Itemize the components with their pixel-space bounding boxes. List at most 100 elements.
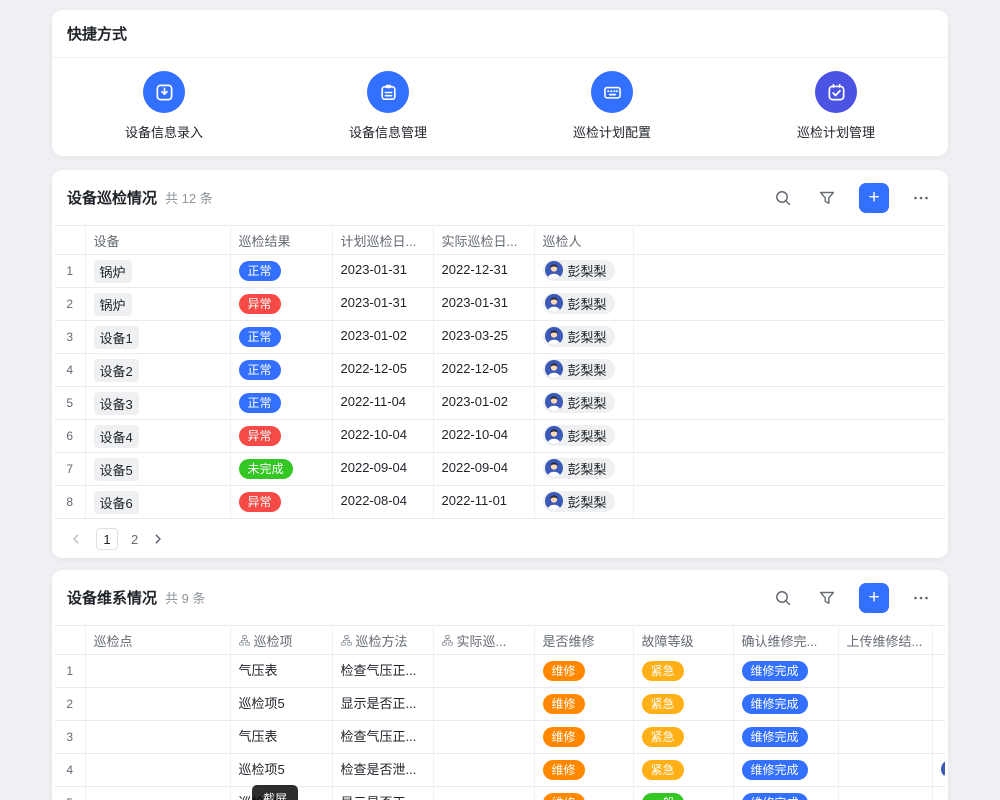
table-row: 3设备1正常2023-01-022023-03-25彭梨梨 <box>55 321 945 354</box>
cell-repair: 维修 <box>534 721 633 754</box>
cell-text: 2023-03-25 <box>442 328 509 343</box>
table-row: 3气压表检查气压正...维修紧急维修完成 <box>55 721 945 754</box>
cell-point <box>85 721 230 754</box>
cell-actual <box>433 787 534 800</box>
table-row: 5设备3正常2022-11-042023-01-02彭梨梨 <box>55 387 945 420</box>
person-chip: 彭梨梨 <box>543 293 615 314</box>
avatar <box>545 327 563 345</box>
shortcuts-row: 设备信息录入设备信息管理 巡检计划配置巡检计划管理 <box>52 58 948 141</box>
column-header-actual: 实际巡... <box>433 626 534 655</box>
record-count: 共 12 条 <box>165 188 213 207</box>
filter-icon[interactable] <box>815 186 839 210</box>
add-record-button[interactable]: + <box>859 183 889 213</box>
cell-actual: 2022-12-31 <box>433 255 534 288</box>
cell-planned: 2022-08-04 <box>332 486 433 519</box>
cell-item: 气压表 <box>230 655 332 688</box>
cell-confirm: 维修完成 <box>733 655 838 688</box>
prev-page-icon[interactable] <box>69 532 83 546</box>
row-number: 4 <box>55 354 85 387</box>
lookup-icon <box>341 635 352 646</box>
plan-config-icon <box>591 71 633 113</box>
filter-icon[interactable] <box>815 586 839 610</box>
table-row: 1锅炉正常2023-01-312022-12-31彭梨梨 <box>55 255 945 288</box>
cell-upload <box>838 721 932 754</box>
text-chip: 设备3 <box>94 392 139 415</box>
status-badge: 维修完成 <box>742 661 808 681</box>
row-number: 7 <box>55 453 85 486</box>
cell-text: 2022-08-04 <box>341 493 408 508</box>
cell-point <box>85 787 230 800</box>
page-button-1[interactable]: 1 <box>96 528 118 550</box>
table-row: 5巡检项5显示是否正...维修一般维修完成 <box>55 787 945 800</box>
cell-extra <box>633 255 945 288</box>
next-page-icon[interactable] <box>151 532 165 546</box>
table-row: 4巡检项5检查是否泄...维修紧急维修完成 <box>55 754 945 787</box>
shortcut-label: 设备信息管理 <box>349 122 427 141</box>
cell-planned: 2023-01-31 <box>332 255 433 288</box>
avatar <box>545 294 563 312</box>
inspection-header: 设备巡检情况 共 12 条 + <box>52 170 948 225</box>
cell-fault: 一般 <box>633 787 733 800</box>
cell-fault: 紧急 <box>633 688 733 721</box>
cell-confirm: 维修完成 <box>733 721 838 754</box>
search-icon[interactable] <box>771 586 795 610</box>
section-title: 设备巡检情况 <box>67 187 157 208</box>
column-header-point: 巡检点 <box>85 626 230 655</box>
cell-device: 设备2 <box>85 354 230 387</box>
person-chip: 彭梨梨 <box>543 491 615 512</box>
row-number: 4 <box>55 754 85 787</box>
cell-extra <box>633 486 945 519</box>
cell-planned: 2023-01-02 <box>332 321 433 354</box>
cell-device: 锅炉 <box>85 255 230 288</box>
status-badge: 异常 <box>239 294 281 314</box>
status-badge: 正常 <box>239 360 281 380</box>
lookup-icon <box>442 635 453 646</box>
page-button-2[interactable]: 2 <box>131 532 138 547</box>
column-header-method: 巡检方法 <box>332 626 433 655</box>
table-toolbar: + <box>771 183 933 213</box>
cell-device: 设备1 <box>85 321 230 354</box>
cell-confirm: 维修完成 <box>733 787 838 800</box>
table-toolbar: + <box>771 583 933 613</box>
cell-result: 正常 <box>230 321 332 354</box>
shortcut-item-4[interactable]: 巡检计划管理 <box>724 71 948 141</box>
cell-upload <box>838 754 932 787</box>
person-chip: 彭梨梨 <box>543 326 615 347</box>
row-number: 1 <box>55 655 85 688</box>
status-badge: 异常 <box>239 426 281 446</box>
status-badge: 维修完成 <box>742 727 808 747</box>
cell-text: 2023-01-31 <box>442 295 509 310</box>
table-row: 1气压表检查气压正...维修紧急维修完成 <box>55 655 945 688</box>
avatar <box>545 492 563 510</box>
column-header-inspector: 巡检人 <box>534 226 633 255</box>
avatar <box>545 261 563 279</box>
cell-method: 检查气压正... <box>332 655 433 688</box>
shortcut-item-1[interactable]: 设备信息录入 <box>52 71 276 141</box>
status-badge: 维修完成 <box>742 694 808 714</box>
row-number-header <box>55 626 85 655</box>
row-number: 1 <box>55 255 85 288</box>
cell-method: 检查是否泄... <box>332 754 433 787</box>
more-icon[interactable] <box>909 186 933 210</box>
add-record-button[interactable]: + <box>859 583 889 613</box>
status-badge: 紧急 <box>642 661 684 681</box>
cell-extra <box>633 354 945 387</box>
cell-device: 锅炉 <box>85 288 230 321</box>
more-icon[interactable] <box>909 586 933 610</box>
shortcut-item-2[interactable]: 设备信息管理 <box>276 71 500 141</box>
row-number: 8 <box>55 486 85 519</box>
row-number: 5 <box>55 387 85 420</box>
cell-actual: 2022-11-01 <box>433 486 534 519</box>
maintenance-table: 巡检点巡检项巡检方法实际巡...是否维修故障等级确认维修完...上传维修结...… <box>55 625 945 800</box>
search-icon[interactable] <box>771 186 795 210</box>
cell-text: 气压表 <box>239 660 278 679</box>
cell-confirm: 维修完成 <box>733 688 838 721</box>
shortcut-item-3[interactable]: 巡检计划配置 <box>500 71 724 141</box>
cell-text: 2022-12-05 <box>442 361 509 376</box>
status-badge: 一般 <box>642 793 684 800</box>
cell-item: 巡检项5 <box>230 688 332 721</box>
cell-text: 检查气压正... <box>341 660 417 679</box>
cell-text: 巡检项5 <box>239 693 285 712</box>
cell-upload <box>838 787 932 800</box>
text-chip: 锅炉 <box>94 260 132 283</box>
